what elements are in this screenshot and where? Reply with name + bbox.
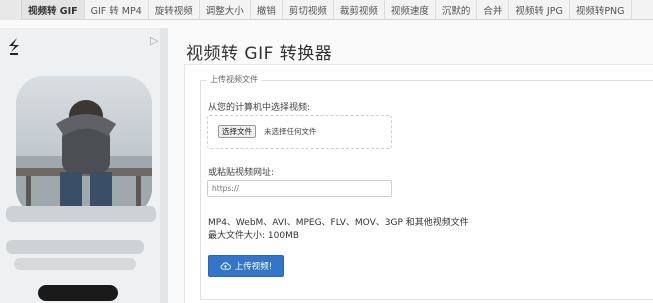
- page-title: 视频转 GIF 转换器: [186, 44, 333, 64]
- ad-photo: [16, 76, 152, 216]
- ad-blurred-text-2: [6, 240, 144, 254]
- tab-8[interactable]: 沉默的: [436, 0, 478, 19]
- choose-file-button[interactable]: 选择文件: [218, 125, 256, 138]
- tab-2[interactable]: 旋转视频: [149, 0, 200, 19]
- tab-1[interactable]: GIF 转 MP4: [85, 0, 149, 19]
- tab-6[interactable]: 裁剪视频: [334, 0, 385, 19]
- tab-0[interactable]: 视频转 GIF: [22, 0, 85, 19]
- tab-9[interactable]: 合并: [477, 0, 510, 19]
- cloud-upload-icon: [220, 262, 231, 270]
- brand-logo-icon: [9, 38, 19, 55]
- tool-tab-bar: 视频转 GIF GIF 转 MP4 旋转视频 调整大小 撤销 剪切视频 裁剪视频 视频速度 沉默…: [0, 0, 653, 20]
- tab-5[interactable]: 剪切视频: [283, 0, 334, 19]
- ad-blurred-text-3: [14, 258, 136, 270]
- tab-7[interactable]: 视频速度: [385, 0, 436, 19]
- url-label: 或粘贴视频网址:: [208, 168, 275, 178]
- video-url-input[interactable]: [207, 180, 392, 197]
- upload-legend: 上传视频文件: [207, 74, 261, 85]
- ad-close-icon[interactable]: ▷: [150, 34, 158, 47]
- tab-bar-edge: [0, 0, 22, 20]
- upload-button-label: 上传视频!: [234, 262, 273, 272]
- tab-10[interactable]: 视频转 JPG: [509, 0, 570, 19]
- ad-divider: [160, 28, 168, 303]
- ad-blurred-button[interactable]: [38, 285, 118, 301]
- tab-3[interactable]: 调整大小: [200, 0, 251, 19]
- ad-blurred-text-1: [6, 206, 156, 222]
- max-file-size-text: 最大文件大小: 100MB: [208, 231, 300, 241]
- choose-file-label: 从您的计算机中选择视频:: [208, 103, 311, 113]
- file-status-text: 未选择任何文件: [264, 127, 317, 136]
- tab-11[interactable]: 视频转PNG: [570, 0, 632, 19]
- upload-video-button[interactable]: 上传视频!: [208, 255, 284, 277]
- supported-formats-text: MP4、WebM、AVI、MPEG、FLV、MOV、3GP 和其他视频文件: [208, 218, 469, 228]
- tab-4[interactable]: 撤销: [251, 0, 283, 19]
- advertisement-panel[interactable]: ▷: [0, 28, 166, 303]
- tab-strip: 视频转 GIF GIF 转 MP4 旋转视频 调整大小 撤销 剪切视频 裁剪视频 视频速度 沉默…: [0, 0, 632, 19]
